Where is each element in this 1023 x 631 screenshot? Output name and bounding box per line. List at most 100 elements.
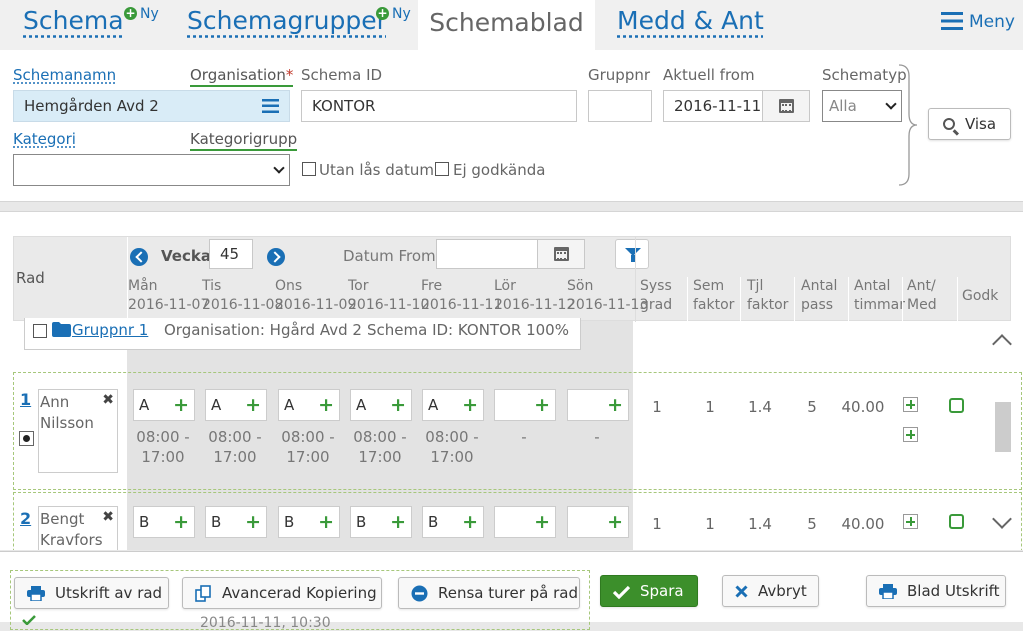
- avancerad-kopiering-button[interactable]: Avancerad Kopiering: [182, 577, 382, 609]
- godk-checkbox[interactable]: [949, 514, 964, 529]
- ej-godkanda-checkbox[interactable]: [435, 162, 449, 176]
- add-icon[interactable]: +: [462, 390, 478, 420]
- godk-checkbox[interactable]: [949, 398, 964, 413]
- remove-icon[interactable]: ✖: [102, 390, 114, 411]
- row-number[interactable]: 2: [20, 509, 31, 528]
- shift-cell[interactable]: B +: [278, 506, 340, 538]
- remove-icon[interactable]: ✖: [102, 507, 114, 528]
- add-message-icon[interactable]: [903, 427, 918, 442]
- time-start: 08:00 -: [281, 428, 335, 446]
- schema-new-link[interactable]: + Ny: [124, 6, 159, 22]
- add-icon[interactable]: +: [607, 390, 623, 420]
- add-icon[interactable]: +: [173, 507, 189, 537]
- add-icon[interactable]: +: [318, 390, 334, 420]
- day-date: 2016-11-12: [494, 297, 576, 313]
- menu-button[interactable]: Meny: [941, 12, 1015, 32]
- row-select-radio[interactable]: [19, 431, 34, 446]
- visa-button[interactable]: Visa: [928, 108, 1011, 140]
- plus-circle-icon: +: [124, 6, 137, 20]
- shift-cell[interactable]: +: [567, 389, 629, 421]
- day-date: 2016-11-07: [128, 297, 210, 313]
- shift-code: A: [284, 396, 295, 414]
- add-icon[interactable]: +: [390, 390, 406, 420]
- shift-cell[interactable]: B +: [133, 506, 195, 538]
- add-note-icon[interactable]: [903, 397, 918, 412]
- shift-time: -: [565, 427, 629, 447]
- add-note-icon[interactable]: [903, 514, 918, 529]
- shift-cell[interactable]: B +: [205, 506, 267, 538]
- aktuell-from-input[interactable]: 2016-11-11: [663, 90, 763, 122]
- top-tab-bar: Schema + Ny Schemagrupper + Ny Schemablad …: [0, 0, 1023, 50]
- shift-cell[interactable]: A +: [205, 389, 267, 421]
- scroll-up-icon[interactable]: [992, 334, 1012, 354]
- vecka-input[interactable]: 45: [209, 239, 253, 269]
- datum-from-input[interactable]: [436, 239, 538, 269]
- list-icon[interactable]: [262, 99, 279, 113]
- datum-from-calendar-button[interactable]: [537, 239, 585, 269]
- sem-faktor-header: Sem faktor: [693, 277, 734, 315]
- antal-pass-value: 5: [807, 398, 817, 416]
- previous-week-icon[interactable]: [130, 248, 148, 266]
- column-divider: [848, 277, 849, 322]
- add-icon[interactable]: +: [245, 390, 261, 420]
- kategori-label[interactable]: Kategori: [13, 130, 76, 148]
- blad-utskrift-label: Blad Utskrift: [907, 582, 1000, 600]
- schematyp-select[interactable]: Alla: [822, 90, 902, 122]
- shift-cell[interactable]: B +: [350, 506, 412, 538]
- add-icon[interactable]: +: [462, 507, 478, 537]
- add-icon[interactable]: +: [534, 390, 550, 420]
- shift-cell[interactable]: A +: [350, 389, 412, 421]
- spara-button[interactable]: Spara: [600, 575, 698, 607]
- status-timestamp: 2016-11-11, 10:30: [200, 615, 331, 631]
- ej-godkanda-label: Ej godkända: [453, 161, 546, 179]
- gruppnr-input[interactable]: [588, 90, 652, 122]
- visa-label: Visa: [964, 115, 997, 133]
- group-link[interactable]: Gruppnr 1: [72, 321, 148, 339]
- shift-cell[interactable]: +: [494, 506, 556, 538]
- utskrift-av-rad-button[interactable]: Utskrift av rad: [14, 577, 169, 609]
- shift-cell[interactable]: A +: [133, 389, 195, 421]
- shift-cell[interactable]: A +: [278, 389, 340, 421]
- shift-cell[interactable]: B +: [422, 506, 484, 538]
- kategori-select[interactable]: [13, 154, 290, 186]
- schedule-grid: Rad Vecka 45 Datum From Mån 2016-11-07 Ti…: [0, 211, 1023, 550]
- add-icon[interactable]: +: [390, 507, 406, 537]
- tab-schemablad[interactable]: Schemablad: [418, 0, 595, 50]
- shift-time: 08:00 - 17:00: [348, 427, 412, 467]
- tab-schemagrupper[interactable]: Schemagrupper: [187, 6, 387, 35]
- group-schema-id: Schema ID: KONTOR 100%: [367, 321, 569, 339]
- time-end: 17:00: [358, 448, 402, 466]
- filter-funnel-icon[interactable]: [615, 239, 649, 269]
- group-checkbox[interactable]: [33, 324, 47, 338]
- add-icon[interactable]: +: [607, 507, 623, 537]
- chevron-down-icon: [273, 162, 285, 174]
- header-line: timmar: [854, 297, 905, 313]
- spara-label: Spara: [640, 582, 684, 600]
- schemanamn-label[interactable]: Schemanamn: [13, 66, 116, 84]
- add-icon[interactable]: +: [173, 390, 189, 420]
- brace-icon: [898, 64, 918, 186]
- tab-schema[interactable]: Schema: [23, 6, 124, 35]
- antal-timmar-header: Antal timmar: [854, 277, 905, 315]
- shift-cell[interactable]: +: [567, 506, 629, 538]
- shift-cell[interactable]: +: [494, 389, 556, 421]
- rensa-turer-button[interactable]: Rensa turer på rad: [398, 577, 580, 609]
- add-icon[interactable]: +: [534, 507, 550, 537]
- shift-code: B: [211, 513, 222, 531]
- aktuell-from-calendar-button[interactable]: [762, 90, 810, 122]
- avbryt-button[interactable]: Avbryt: [722, 575, 819, 607]
- shift-cell[interactable]: A +: [422, 389, 484, 421]
- shift-code: B: [139, 513, 150, 531]
- time-start: 08:00 -: [353, 428, 407, 446]
- blad-utskrift-button[interactable]: Blad Utskrift: [866, 575, 1006, 607]
- add-icon[interactable]: +: [318, 507, 334, 537]
- add-icon[interactable]: +: [245, 507, 261, 537]
- next-week-icon[interactable]: [267, 248, 285, 266]
- schema-id-input[interactable]: KONTOR: [301, 90, 577, 122]
- tab-medd-ant[interactable]: Medd & Ant: [617, 6, 764, 35]
- schemanamn-field[interactable]: Hemgården Avd 2: [13, 90, 290, 122]
- scrollbar-thumb[interactable]: [995, 402, 1011, 452]
- row-number[interactable]: 1: [20, 390, 31, 409]
- utan-las-datum-checkbox[interactable]: [302, 162, 316, 176]
- schemagrupper-new-link[interactable]: + Ny: [376, 6, 411, 22]
